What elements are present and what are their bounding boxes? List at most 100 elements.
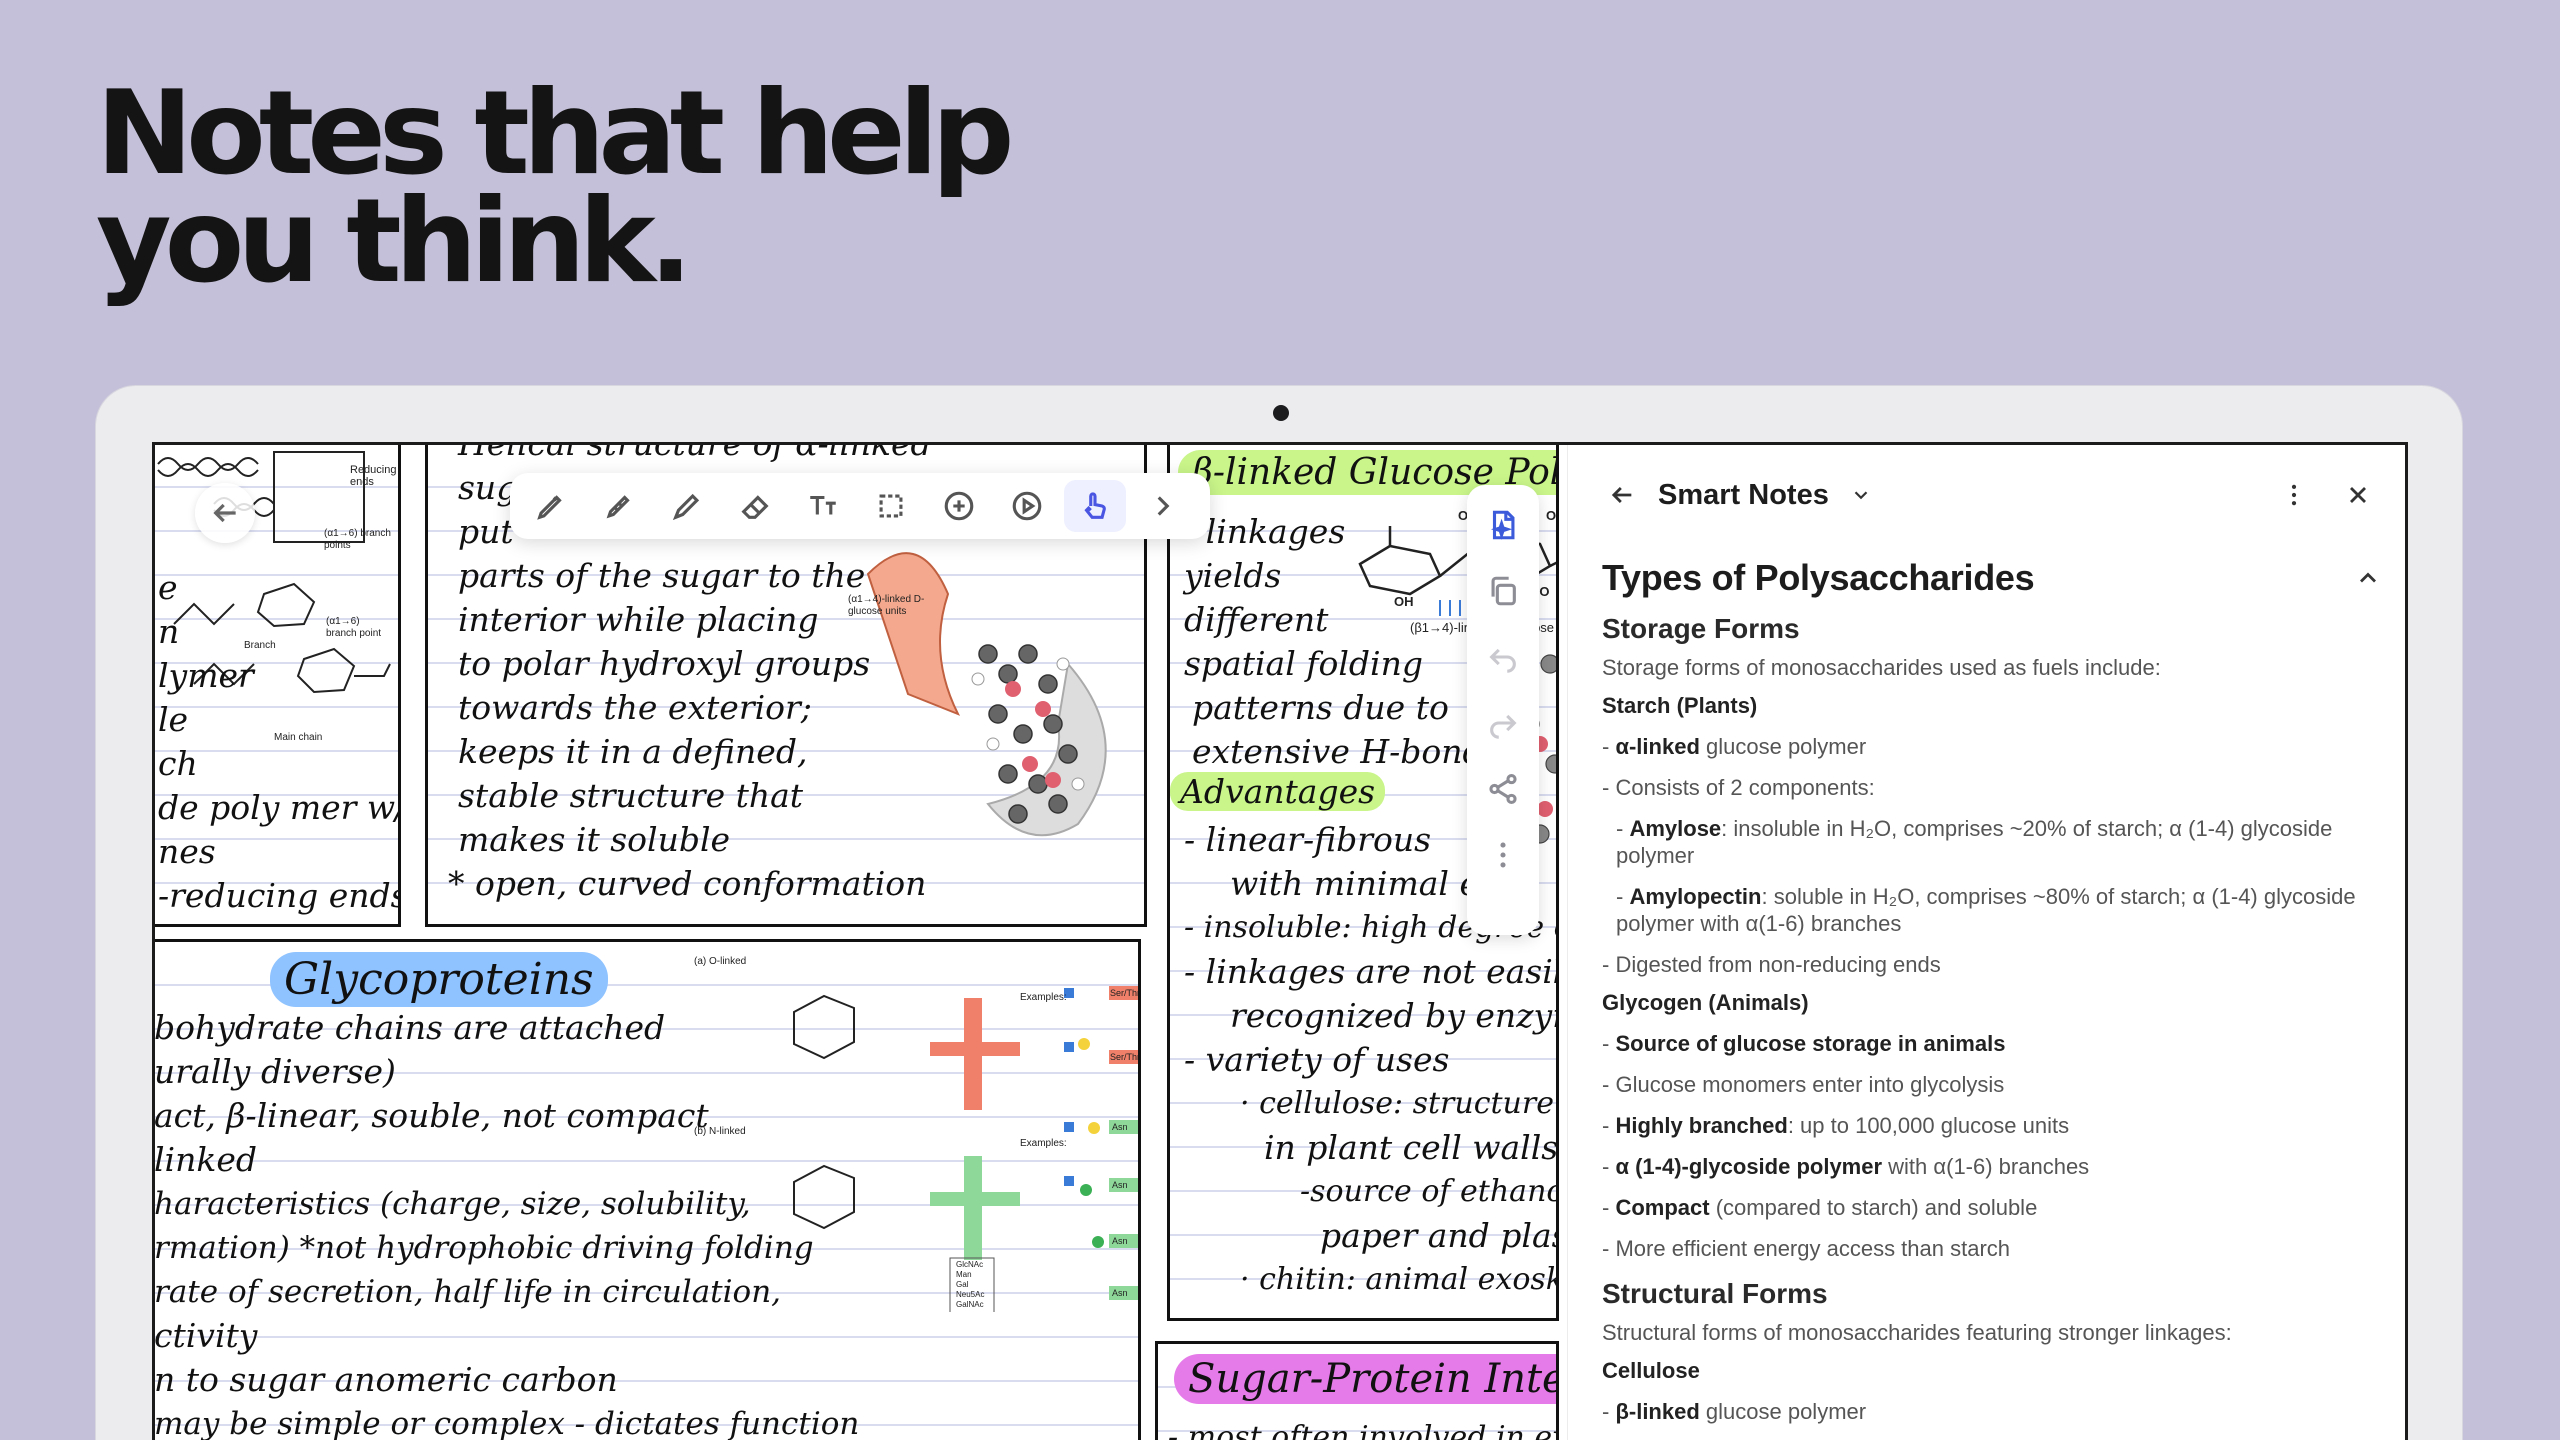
play-icon <box>1012 491 1042 521</box>
bullet-item: - Amylopectin: soluble in H₂O, comprises… <box>1602 883 2382 937</box>
share-icon <box>1489 773 1517 805</box>
bullet-bold: α-linked <box>1615 734 1700 759</box>
structural-forms-heading: Structural Forms <box>1602 1278 1828 1309</box>
note-card-glycoproteins: Glycoproteins bohydrate chains are attac… <box>155 939 1141 1440</box>
helical-card-text: put <box>458 512 514 551</box>
glycoproteins-card-text: linked <box>155 1140 258 1179</box>
helical-card-text: towards the exterior; <box>458 688 812 727</box>
eraser-tool-button[interactable] <box>724 480 786 532</box>
bullet-dash: - <box>1602 1399 1616 1424</box>
glycoproteins-title: Glycoproteins <box>270 952 608 1007</box>
panel-title-dropdown[interactable] <box>1839 473 1883 517</box>
text-tool-button[interactable] <box>792 480 854 532</box>
bullet-bold: Compact <box>1615 1195 1710 1220</box>
copy-button[interactable] <box>1475 561 1531 621</box>
cellulose-list: - β-linked glucose polymer <box>1602 1398 2382 1425</box>
lasso-select-button[interactable] <box>860 480 922 532</box>
side-action-bar <box>1467 485 1539 935</box>
bullet-dash: - <box>1616 884 1630 909</box>
advantages-text: in plant cell walls <box>1264 1128 1559 1167</box>
storage-forms-heading: Storage Forms <box>1602 613 1800 644</box>
arrow-left-icon <box>213 503 236 523</box>
bullet-dash: - <box>1602 1195 1616 1220</box>
diagram-label: OH <box>1394 594 1414 609</box>
sugar-protein-title: Sugar-Protein Interactions <box>1174 1354 1556 1404</box>
bullet-text: glucose polymer <box>1699 734 1867 759</box>
panel-close-button[interactable] <box>2336 473 2380 517</box>
advantages-heading: Advantages <box>1170 772 1386 811</box>
toolbar-more-button[interactable] <box>1132 480 1194 532</box>
legend-item: GalNAc <box>956 1300 984 1309</box>
pen-tool-button[interactable] <box>520 480 582 532</box>
sugar-protein-text: - most often involved in extracell <box>1168 1420 1556 1440</box>
glycoproteins-card-text: n to sugar anomeric carbon <box>155 1360 618 1399</box>
bullet-dash: - <box>1602 734 1616 759</box>
share-button[interactable] <box>1475 759 1531 819</box>
advantages-text: -source of ethanol for fuel <box>1300 1174 1556 1209</box>
highlighter-tool-button[interactable] <box>588 480 650 532</box>
note-card-sugar-protein: Sugar-Protein Interactions - most often … <box>1155 1341 1559 1440</box>
undo-button[interactable] <box>1475 627 1531 687</box>
insert-button[interactable] <box>928 480 990 532</box>
drawing-toolbar <box>510 473 1210 539</box>
bullet-bold: Source of glucose storage in animals <box>1615 1031 2006 1056</box>
glycoproteins-card-text: ctivity <box>155 1316 258 1355</box>
legend-item: Neu5Ac <box>956 1290 985 1299</box>
cellulose-card-text: yields <box>1184 556 1282 595</box>
bullet-text: with α(1-6) branches <box>1882 1154 2090 1179</box>
cellulose-card-text: extensive H-bonds <box>1192 732 1501 771</box>
diagram-label: OH <box>1546 508 1557 523</box>
bullet-bold: α (1-4)-glycoside polymer <box>1615 1154 1883 1179</box>
bullet-item: - Glucose monomers enter into glycolysis <box>1602 1071 2382 1098</box>
diagram-label: Reducing ends <box>350 464 397 488</box>
note-canvas[interactable]: e n lymer le ch de poly mer w/ nes -redu… <box>155 445 1567 1440</box>
chevron-up-icon[interactable] <box>2354 564 2382 592</box>
smart-notes-content: Types of Polysaccharides Storage Forms S… <box>1602 545 2382 1425</box>
section-header[interactable]: Types of Polysaccharides <box>1602 557 2382 599</box>
diagram-label: Examples: <box>1020 992 1067 1003</box>
lasso-select-icon <box>879 494 903 518</box>
redo-button[interactable] <box>1475 693 1531 753</box>
touch-gesture-icon <box>1084 492 1106 519</box>
diagram-label: Asn <box>1112 1288 1128 1298</box>
tablet-screen: e n lymer le ch de poly mer w/ nes -redu… <box>152 442 2408 1440</box>
starch-heading: Starch (Plants) <box>1602 693 1758 718</box>
diagram-legend: GlcNAc Man Gal Neu5Ac GalNAc <box>956 1260 984 1310</box>
highlighter-icon <box>606 495 630 519</box>
glycoproteins-card-text: urally diverse) <box>155 1052 396 1091</box>
more-vertical-icon <box>2291 484 2297 506</box>
glycoproteins-card-text: bohydrate chains are attached <box>155 1008 666 1047</box>
bullet-dash: - <box>1602 1154 1616 1179</box>
legend-item: Gal <box>956 1280 969 1289</box>
bullet-text: : up to 100,000 glucose units <box>1787 1113 2070 1138</box>
bullet-text: glucose polymer <box>1699 1399 1867 1424</box>
copy-icon <box>1491 576 1516 606</box>
media-button[interactable] <box>996 480 1058 532</box>
canvas-back-button[interactable] <box>195 483 255 543</box>
touch-gesture-button[interactable] <box>1064 480 1126 532</box>
starch-card-text: de poly mer w/ <box>158 788 401 827</box>
bullet-bold: Amylopectin <box>1629 884 1762 909</box>
starch-card-text: lymer <box>158 656 254 695</box>
starch-card-text: -reducing ends <box>158 876 401 915</box>
close-icon <box>2350 487 2366 503</box>
glycogen-structure-diagram <box>157 451 391 694</box>
panel-title: Smart Notes <box>1658 478 1829 511</box>
advantages-text: paper and plastics <box>1320 1216 1556 1255</box>
legend-item: Man <box>956 1270 972 1279</box>
more-options-button[interactable] <box>1475 825 1531 885</box>
panel-more-button[interactable] <box>2272 473 2316 517</box>
bullet-text: Glucose monomers enter into glycolysis <box>1615 1072 2005 1097</box>
cellulose-card-text: patterns due to <box>1192 688 1449 727</box>
panel-back-button[interactable] <box>1600 473 1644 517</box>
bullet-dash: - <box>1616 816 1630 841</box>
diagram-label: Asn <box>1112 1236 1128 1246</box>
smart-notes-button[interactable] <box>1475 495 1531 555</box>
diagram-label: Ser/Thr <box>1110 1052 1141 1062</box>
diagram-label: (α1→6) branch points <box>324 528 391 551</box>
bullet-dash: - <box>1602 952 1616 977</box>
pencil-tool-button[interactable] <box>656 480 718 532</box>
diagram-label: Main chain <box>274 732 323 743</box>
bullet-dash: - <box>1602 1236 1616 1261</box>
diagram-label: Branch <box>244 640 276 651</box>
